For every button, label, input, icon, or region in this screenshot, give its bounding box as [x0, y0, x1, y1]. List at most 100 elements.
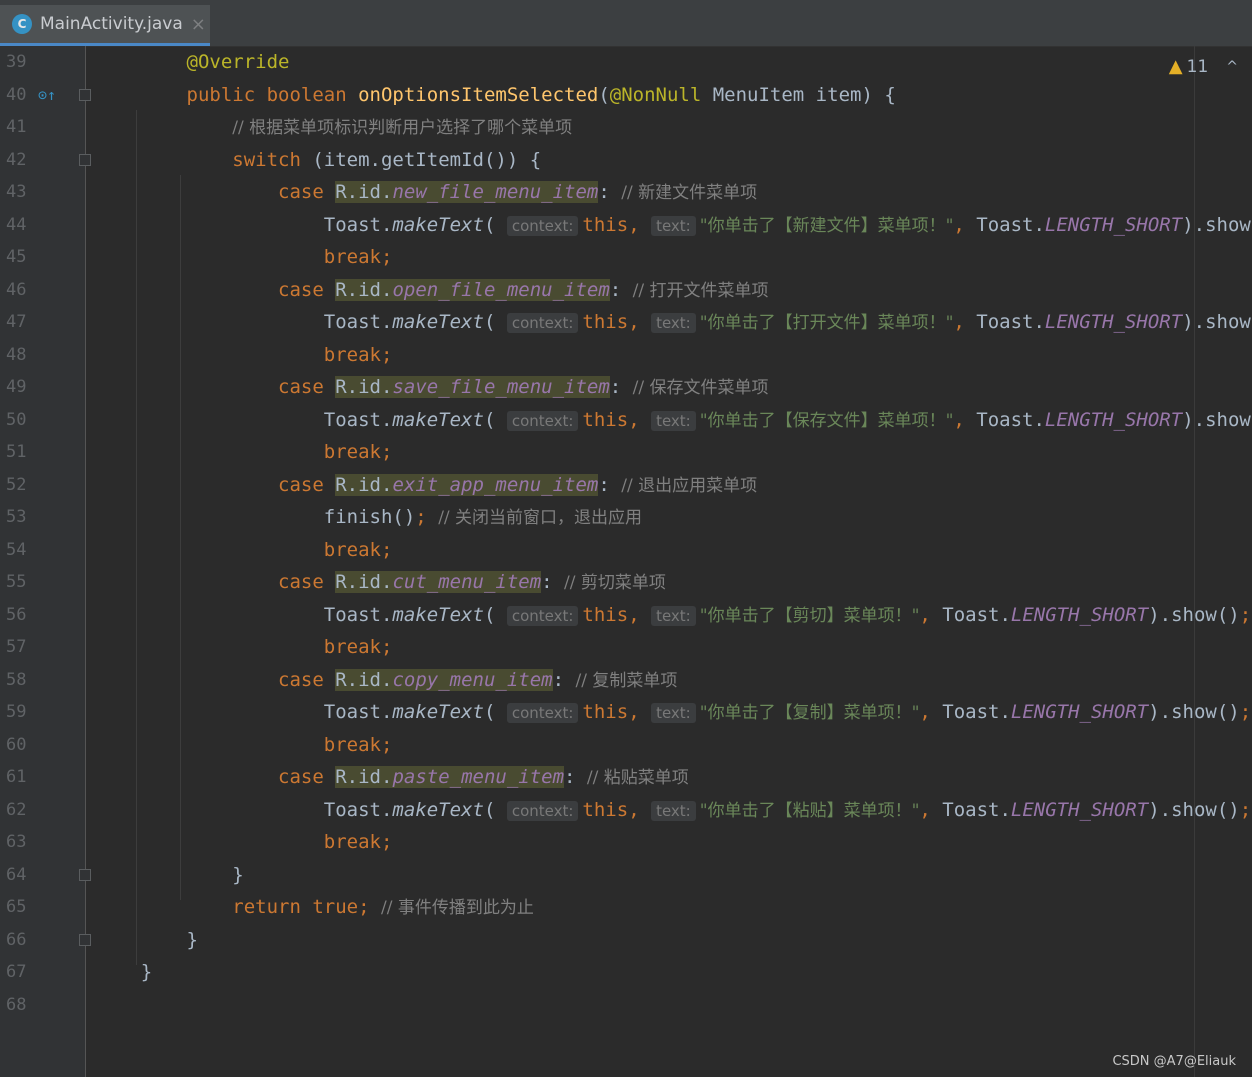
fold-icon[interactable]: [79, 88, 91, 101]
code-token: :: [609, 376, 633, 398]
code-line[interactable]: 64 }: [0, 859, 1252, 891]
parameter-hint: text:: [651, 215, 696, 236]
code-line[interactable]: 47 Toast.makeText( context: this, text: "你…: [0, 306, 1252, 338]
code-line[interactable]: 59 Toast.makeText( context: this, text: "你…: [0, 696, 1252, 728]
code-token: ,: [628, 798, 652, 821]
code-line[interactable]: 52 case R.id.exit_app_menu_item: // 退出应用…: [0, 469, 1252, 501]
code-line[interactable]: 46 case R.id.open_file_menu_item: // 打开文…: [0, 274, 1252, 306]
code-text: break;: [95, 534, 393, 566]
parameter-hint: text:: [651, 800, 696, 821]
code-line[interactable]: 40 ⊙↑ public boolean onOptionsItemSelecte…: [0, 79, 1252, 111]
line-number: 67: [6, 962, 27, 982]
code-token: save_file_menu_item: [392, 376, 610, 398]
code-line[interactable]: 43 case R.id.new_file_menu_item: // 新建文件…: [0, 176, 1252, 208]
code-token: ;: [415, 506, 439, 528]
code-line[interactable]: 50 Toast.makeText( context: this, text: "你…: [0, 404, 1252, 436]
code-token: (item.getItemId()) {: [312, 148, 542, 171]
code-line[interactable]: 44 Toast.makeText( context: this, text: "你…: [0, 209, 1252, 241]
parameter-hint: context:: [506, 313, 579, 333]
code-token: Toast.: [976, 213, 1045, 236]
code-token: ,: [628, 603, 652, 626]
code-token: switch: [232, 148, 313, 171]
code-token: copy_menu_item: [392, 668, 553, 691]
code-token: break;: [323, 343, 393, 366]
code-token: case: [278, 473, 336, 496]
code-token: paste_menu_item: [392, 766, 565, 788]
code-token: makeText: [392, 408, 484, 431]
code-token: ;: [1239, 603, 1252, 626]
code-token: ;: [1239, 798, 1252, 821]
line-number: 54: [6, 539, 27, 560]
code-token: this: [582, 311, 629, 333]
code-line[interactable]: 56 Toast.makeText( context: this, text: "你…: [0, 599, 1252, 631]
code-token: LENGTH_SHORT: [1010, 603, 1149, 626]
code-token: :: [598, 473, 622, 496]
parameter-hint: context:: [506, 800, 579, 821]
code-line[interactable]: 42 switch (item.getItemId()) {: [0, 144, 1252, 176]
code-token: R.id.: [335, 376, 393, 398]
code-line[interactable]: 65 return true; // 事件传播到此为止: [0, 891, 1252, 923]
line-number: 48: [6, 344, 27, 365]
code-text: public boolean onOptionsItemSelected(@No…: [95, 79, 896, 111]
code-line[interactable]: 63 break;: [0, 826, 1252, 858]
code-token: ).show(): [1182, 311, 1252, 333]
code-line[interactable]: 54 break;: [0, 534, 1252, 566]
line-number: 47: [6, 312, 27, 332]
code-token: this: [582, 213, 629, 236]
code-line[interactable]: 53 finish(); // 关闭当前窗口，退出应用: [0, 501, 1252, 533]
code-text: switch (item.getItemId()) {: [95, 144, 541, 176]
code-token: ,: [628, 311, 652, 333]
close-icon[interactable]: ×: [191, 14, 206, 35]
code-line[interactable]: 62 Toast.makeText( context: this, text: "你…: [0, 794, 1252, 826]
code-line[interactable]: 51 break;: [0, 436, 1252, 468]
override-up-arrow-icon[interactable]: ⊙↑: [38, 79, 56, 111]
line-number: 68: [6, 994, 27, 1015]
code-line[interactable]: 49 case R.id.save_file_menu_item: // 保存文…: [0, 371, 1252, 403]
code-editor[interactable]: ▲ 11 ^ 39 @Override 40 ⊙↑ public boolean o…: [0, 46, 1252, 1077]
code-line[interactable]: 61 case R.id.paste_menu_item: // 粘贴菜单项: [0, 761, 1252, 793]
code-token: public: [186, 83, 267, 106]
code-token: R.id.: [335, 571, 393, 593]
code-line[interactable]: 66 }: [0, 924, 1252, 956]
code-text: case R.id.copy_menu_item: // 复制菜单项: [95, 664, 677, 697]
fold-icon[interactable]: [79, 933, 91, 946]
code-line[interactable]: 41 // 根据菜单项标识判断用户选择了哪个菜单项: [0, 111, 1252, 143]
code-token: ,: [953, 311, 977, 333]
code-line[interactable]: 68: [0, 989, 1252, 1021]
code-token: :: [609, 278, 633, 301]
code-line[interactable]: 67 }: [0, 956, 1252, 988]
line-number: 55: [6, 572, 27, 592]
fold-icon[interactable]: [79, 868, 91, 881]
code-line[interactable]: 45 break;: [0, 241, 1252, 273]
code-token: return: [232, 896, 313, 918]
code-line[interactable]: 39 @Override: [0, 46, 1252, 78]
code-token: finish(): [95, 506, 416, 528]
code-token: ;: [1239, 701, 1252, 723]
code-text: break;: [95, 241, 393, 273]
code-text: case R.id.open_file_menu_item: // 打开文件菜单…: [95, 274, 769, 307]
code-token: // 保存文件菜单项: [632, 378, 769, 398]
code-line[interactable]: 55 case R.id.cut_menu_item: // 剪切菜单项: [0, 566, 1252, 598]
line-number: 43: [6, 182, 27, 202]
code-token: LENGTH_SHORT: [1044, 311, 1183, 333]
code-token: // 粘贴菜单项: [586, 768, 689, 788]
tab-mainactivity[interactable]: C MainActivity.java ×: [0, 5, 210, 46]
code-token: ).show(): [1148, 701, 1240, 723]
code-line[interactable]: 58 case R.id.copy_menu_item: // 复制菜单项: [0, 664, 1252, 696]
line-number: 64: [6, 864, 27, 885]
code-line[interactable]: 48 break;: [0, 339, 1252, 371]
code-line[interactable]: 57 break;: [0, 631, 1252, 663]
fold-icon[interactable]: [79, 153, 91, 166]
code-text: case R.id.cut_menu_item: // 剪切菜单项: [95, 566, 666, 599]
code-token: makeText: [392, 603, 484, 626]
code-line[interactable]: 60 break;: [0, 729, 1252, 761]
code-text: break;: [95, 436, 393, 468]
code-text: }: [95, 956, 152, 988]
